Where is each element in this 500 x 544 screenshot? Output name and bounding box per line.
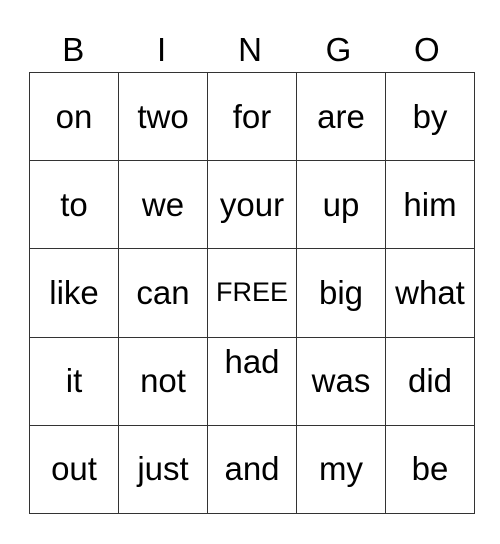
bingo-cell: my — [296, 424, 386, 515]
bingo-cell: it — [29, 336, 119, 426]
bingo-cell: two — [118, 71, 208, 162]
header-letter-o: O — [413, 31, 440, 68]
bingo-cell: not — [118, 336, 208, 426]
bingo-cell: are — [296, 71, 386, 162]
bingo-cell: out — [29, 424, 119, 515]
header-letter-g: G — [325, 31, 352, 68]
grid-row: out just and my be — [29, 424, 475, 515]
bingo-cell: for — [207, 71, 297, 162]
bingo-cell: to — [29, 160, 119, 250]
bingo-cell: on — [29, 71, 119, 162]
bingo-cell: by — [385, 71, 475, 162]
bingo-cell: had — [207, 336, 297, 426]
bingo-cell: can — [118, 248, 208, 338]
header-letter-b: B — [62, 31, 85, 68]
bingo-cell: up — [296, 160, 386, 250]
bingo-cell: him — [385, 160, 475, 250]
bingo-cell: did — [385, 336, 475, 426]
bingo-cell-text: had — [224, 342, 280, 380]
bingo-cell: and — [207, 424, 297, 515]
bingo-cell: was — [296, 336, 386, 426]
grid-row: on two for are by — [29, 71, 475, 162]
bingo-cell: your — [207, 160, 297, 250]
bingo-grid: on two for are by to we your up him like… — [29, 71, 475, 515]
bingo-header: B I N G O — [29, 28, 471, 72]
header-letter-n: N — [238, 31, 262, 68]
header-letter-i: I — [157, 31, 167, 68]
bingo-cell: like — [29, 248, 119, 338]
bingo-cell: what — [385, 248, 475, 338]
bingo-cell: be — [385, 424, 475, 515]
bingo-cell: big — [296, 248, 386, 338]
grid-row: like can FREE big what — [29, 248, 475, 338]
free-cell: FREE — [207, 248, 297, 338]
bingo-cell: just — [118, 424, 208, 515]
bingo-cell: we — [118, 160, 208, 250]
grid-row: to we your up him — [29, 160, 475, 250]
grid-row: it not had was did — [29, 336, 475, 426]
